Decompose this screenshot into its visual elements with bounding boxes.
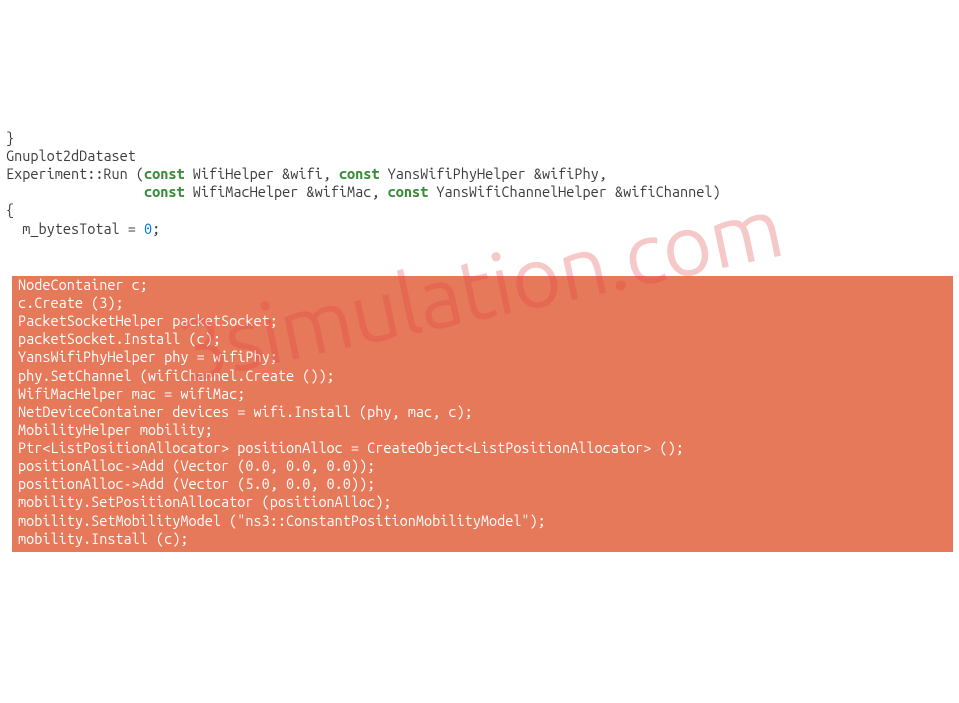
code-line: mobility.SetMobilityModel ("ns3::Constan… (18, 512, 953, 530)
code-line: NetDeviceContainer devices = wifi.Instal… (18, 403, 953, 421)
code-line-fragment: ; (152, 220, 160, 237)
code-line-fragment: WifiMacHelper &wifiMac, (185, 183, 388, 200)
code-line: Ptr<ListPositionAllocator> positionAlloc… (18, 439, 953, 457)
code-line: MobilityHelper mobility; (18, 421, 953, 439)
keyword-const: const (388, 183, 429, 200)
code-line-fragment: YansWifiPhyHelper &wifiPhy, (380, 165, 607, 182)
code-line: YansWifiPhyHelper phy = wifiPhy; (18, 348, 953, 366)
code-editor-viewport: 3simulation.com } Gnuplot2dDataset Exper… (0, 73, 959, 613)
highlighted-code-block[interactable]: NodeContainer c;c.Create (3);PacketSocke… (12, 276, 953, 552)
code-line: NodeContainer c; (18, 276, 953, 294)
keyword-const: const (339, 165, 380, 182)
code-line: c.Create (3); (18, 294, 953, 312)
code-line-fragment (6, 183, 144, 200)
code-line: mobility.Install (c); (18, 530, 953, 548)
code-line: Gnuplot2dDataset (6, 147, 136, 164)
code-line: WifiMacHelper mac = wifiMac; (18, 385, 953, 403)
number-literal: 0 (144, 220, 152, 237)
code-line: positionAlloc->Add (Vector (5.0, 0.0, 0.… (18, 475, 953, 493)
code-line-fragment: YansWifiChannelHelper &wifiChannel) (428, 183, 720, 200)
code-line: positionAlloc->Add (Vector (0.0, 0.0, 0.… (18, 457, 953, 475)
code-line-fragment: m_bytesTotal = (6, 220, 144, 237)
code-line-fragment: WifiHelper &wifi, (185, 165, 339, 182)
code-line: packetSocket.Install (c); (18, 330, 953, 348)
code-area[interactable]: } Gnuplot2dDataset Experiment::Run (cons… (0, 127, 959, 240)
code-line: PacketSocketHelper packetSocket; (18, 312, 953, 330)
code-line: phy.SetChannel (wifiChannel.Create ()); (18, 367, 953, 385)
code-line-fragment: Experiment::Run ( (6, 165, 144, 182)
keyword-const: const (144, 165, 185, 182)
code-line: mobility.SetPositionAllocator (positionA… (18, 493, 953, 511)
code-line: } (6, 129, 14, 146)
code-line: { (6, 201, 14, 218)
keyword-const: const (144, 183, 185, 200)
